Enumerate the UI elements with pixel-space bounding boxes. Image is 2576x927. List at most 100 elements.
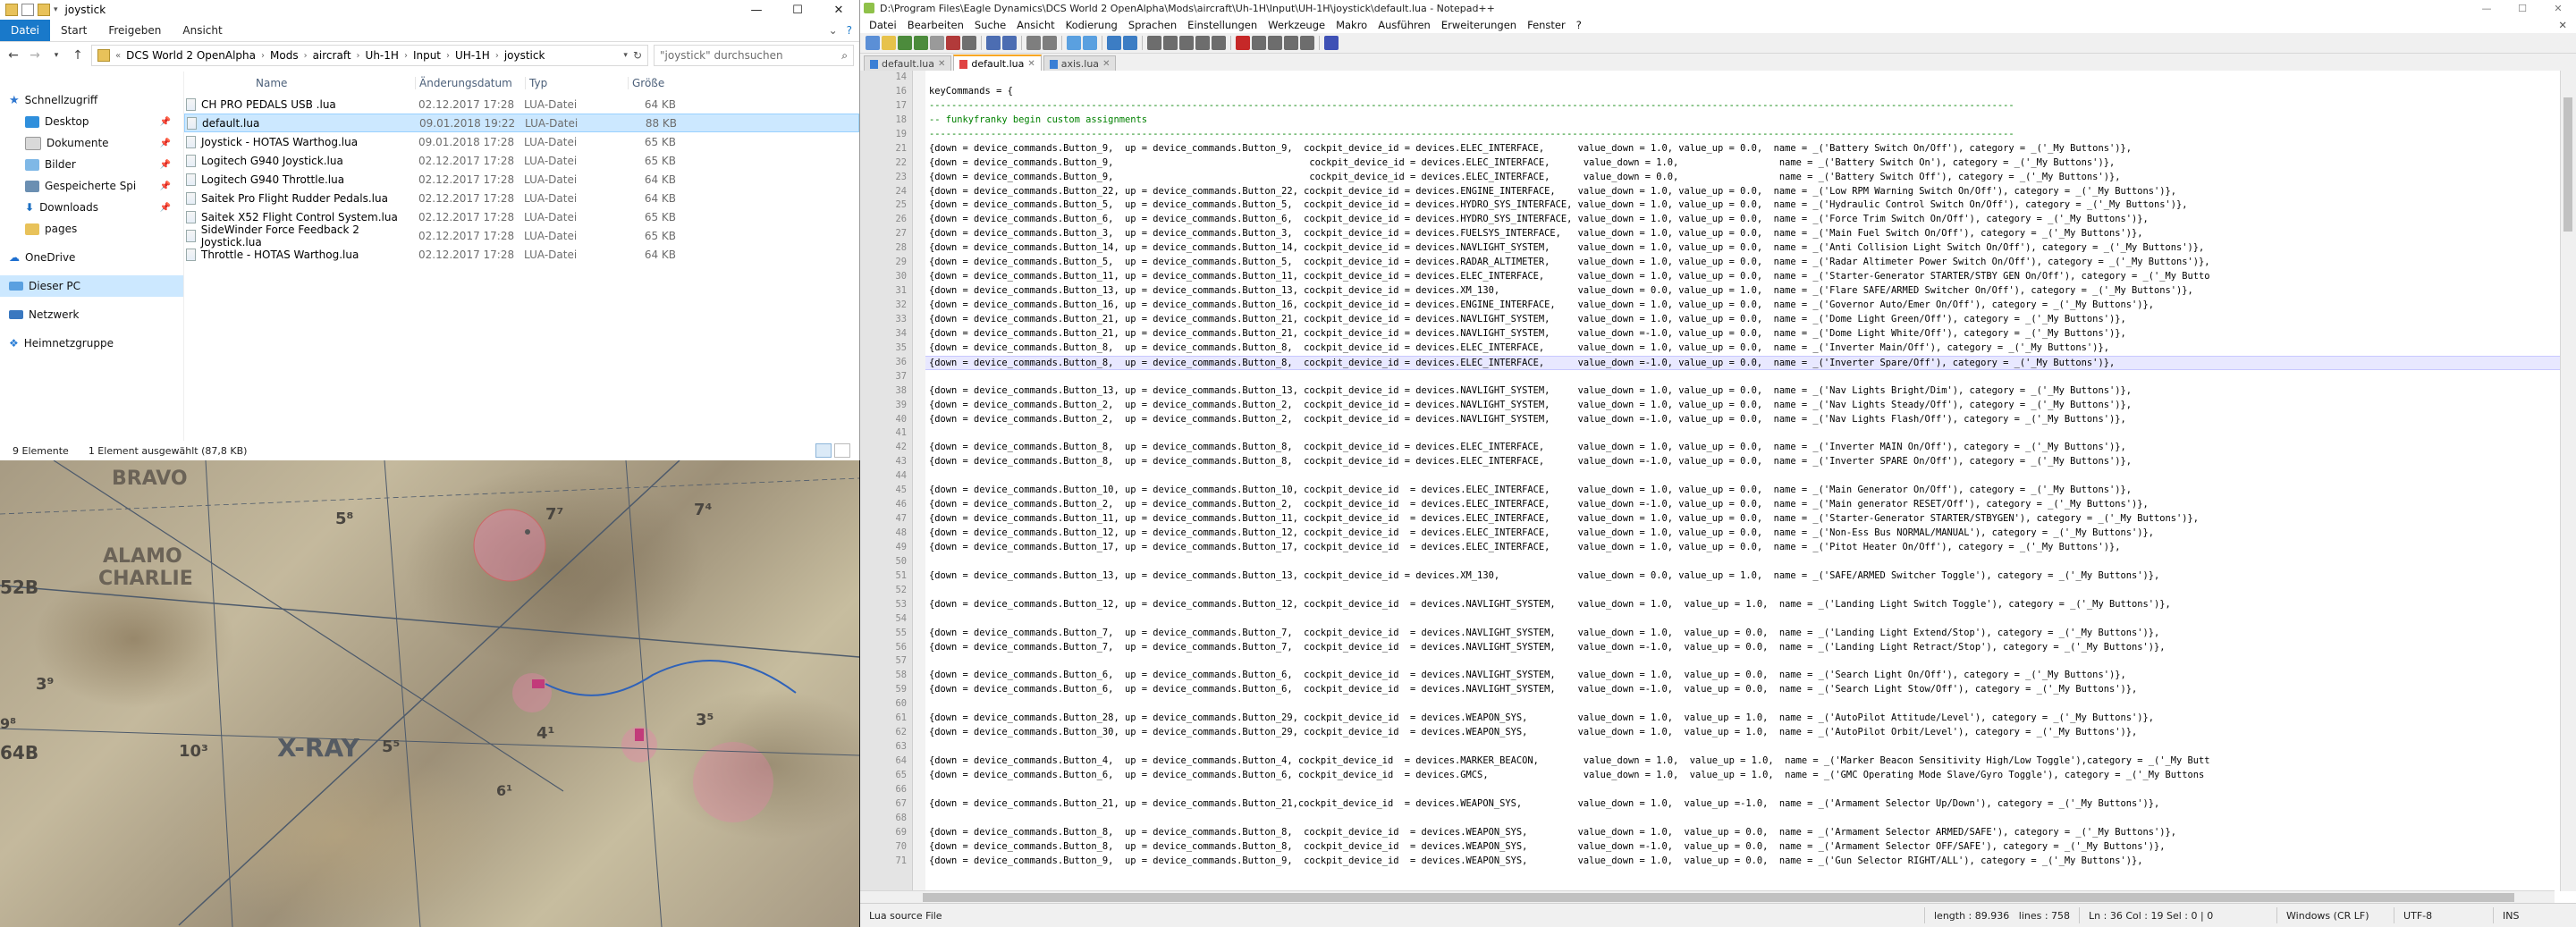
code-line[interactable] — [925, 654, 2576, 669]
code-line[interactable] — [925, 426, 2576, 441]
file-row[interactable]: default.lua 09.01.2018 19:22 LUA-Datei 88 K… — [184, 114, 859, 132]
chevron-down-icon[interactable]: ▾ — [54, 5, 58, 14]
toolbar-button-icon[interactable] — [986, 36, 1001, 50]
tab-ansicht[interactable]: Ansicht — [172, 20, 232, 41]
breadcrumb-item[interactable]: joystick — [504, 49, 545, 62]
tab-document[interactable]: default.lua ✕ — [864, 55, 952, 72]
code-line[interactable] — [925, 584, 2576, 598]
refresh-icon[interactable]: ↻ — [633, 49, 642, 62]
recent-locations-icon[interactable]: ▾ — [48, 51, 64, 60]
code-line[interactable]: {down = device_commands.Button_9, up = d… — [925, 142, 2576, 156]
close-tab-icon[interactable]: ✕ — [1102, 59, 1110, 69]
menu-item[interactable]: Erweiterungen — [1436, 19, 1522, 31]
code-line[interactable]: {down = device_commands.Button_3, up = d… — [925, 227, 2576, 241]
breadcrumb-item[interactable]: UH-1H — [455, 49, 490, 62]
toolbar-button-icon[interactable] — [1252, 36, 1266, 50]
maximize-button[interactable]: ☐ — [777, 0, 818, 20]
code-editor[interactable]: 14 16 17 18 19 21 22 23 24 25 26 27 28 29 30 31 32 33 34 35… — [860, 71, 2576, 904]
new-folder-icon[interactable] — [38, 4, 50, 16]
code-line[interactable]: ----------------------------------------… — [925, 128, 2576, 142]
file-row[interactable]: Logitech G940 Throttle.lua 02.12.2017 17:… — [184, 170, 859, 189]
close-button[interactable]: ✕ — [2540, 3, 2576, 14]
code-line[interactable] — [925, 612, 2576, 627]
code-line[interactable] — [925, 740, 2576, 754]
toolbar-button-icon[interactable] — [1163, 36, 1178, 50]
nav-item-bilder[interactable]: Bilder 📌 — [0, 154, 183, 175]
back-button[interactable]: ← — [5, 48, 21, 63]
toolbar-button-icon[interactable] — [1043, 36, 1057, 50]
toolbar-button-icon[interactable] — [946, 36, 960, 50]
nav-item-saved-games[interactable]: Gespeicherte Spi 📌 — [0, 175, 183, 197]
code-line[interactable]: {down = device_commands.Button_6, up = d… — [925, 669, 2576, 683]
toolbar-button-icon[interactable] — [1268, 36, 1282, 50]
code-line[interactable]: {down = device_commands.Button_4, up = d… — [925, 754, 2576, 769]
code-line[interactable] — [925, 555, 2576, 569]
code-line[interactable] — [925, 697, 2576, 712]
toolbar-button-icon[interactable] — [914, 36, 928, 50]
nav-item-netzwerk[interactable]: Netzwerk — [0, 304, 183, 325]
nav-item-pages[interactable]: pages — [0, 218, 183, 240]
minimize-button[interactable]: — — [736, 0, 777, 20]
file-row[interactable]: CH PRO PEDALS USB .lua 02.12.2017 17:28 LU… — [184, 95, 859, 114]
code-line[interactable]: {down = device_commands.Button_2, up = d… — [925, 498, 2576, 512]
file-row[interactable]: Joystick - HOTAS Warthog.lua 09.01.2018 1… — [184, 132, 859, 151]
toolbar-button-icon[interactable] — [930, 36, 944, 50]
address-dropdown-icon[interactable]: ▾ — [623, 51, 628, 60]
close-tab-icon[interactable]: ✕ — [938, 59, 945, 69]
code-line[interactable]: {down = device_commands.Button_14, up = … — [925, 241, 2576, 256]
properties-icon[interactable] — [21, 4, 34, 16]
menu-item[interactable]: Ansicht — [1011, 19, 1060, 31]
code-line[interactable]: {down = device_commands.Button_2, up = d… — [925, 413, 2576, 427]
nav-item-dokumente[interactable]: Dokumente 📌 — [0, 132, 183, 154]
column-header-type[interactable]: Typ — [525, 77, 628, 89]
code-line[interactable]: {down = device_commands.Button_30, up = … — [925, 726, 2576, 740]
menu-item[interactable]: ? — [1571, 19, 1587, 31]
toolbar-button-icon[interactable] — [1002, 36, 1017, 50]
code-line[interactable]: {down = device_commands.Button_9, cockpi… — [925, 156, 2576, 171]
toolbar-button-icon[interactable] — [1083, 36, 1097, 50]
code-line[interactable]: {down = device_commands.Button_28, up = … — [925, 712, 2576, 726]
fold-margin[interactable] — [913, 71, 925, 904]
nav-item-schnellzugriff[interactable]: ★ Schnellzugriff — [0, 89, 183, 111]
code-line[interactable]: {down = device_commands.Button_8, up = d… — [925, 355, 2576, 370]
menu-item[interactable]: Kodierung — [1060, 19, 1123, 31]
toolbar-button-icon[interactable] — [1147, 36, 1161, 50]
code-line[interactable] — [925, 370, 2576, 384]
code-line[interactable] — [925, 71, 2576, 85]
tab-document[interactable]: default.lua ✕ — [953, 55, 1042, 72]
vertical-scrollbar[interactable] — [2560, 71, 2576, 891]
code-line[interactable]: {down = device_commands.Button_8, up = d… — [925, 455, 2576, 469]
code-line[interactable]: {down = device_commands.Button_12, up = … — [925, 527, 2576, 541]
menu-item[interactable]: Fenster — [1522, 19, 1571, 31]
code-line[interactable]: {down = device_commands.Button_2, up = d… — [925, 399, 2576, 413]
code-line[interactable]: {down = device_commands.Button_13, up = … — [925, 569, 2576, 584]
up-button[interactable]: ↑ — [70, 48, 86, 63]
menu-item[interactable]: Suche — [969, 19, 1011, 31]
tab-document[interactable]: axis.lua ✕ — [1043, 55, 1117, 72]
code-line[interactable]: {down = device_commands.Button_21, up = … — [925, 797, 2576, 812]
tab-freigeben[interactable]: Freigeben — [97, 20, 172, 41]
tab-datei[interactable]: Datei — [0, 20, 51, 41]
code-line[interactable] — [925, 812, 2576, 826]
toolbar-button-icon[interactable] — [1212, 36, 1226, 50]
toolbar-button-icon[interactable] — [1300, 36, 1314, 50]
code-line[interactable]: keyCommands = { — [925, 85, 2576, 99]
toolbar-button-icon[interactable] — [1236, 36, 1250, 50]
code-line[interactable]: ----------------------------------------… — [925, 99, 2576, 114]
expand-ribbon-button[interactable]: ⌄ ? — [822, 20, 859, 41]
nav-item-desktop[interactable]: Desktop 📌 — [0, 111, 183, 132]
code-line[interactable]: {down = device_commands.Button_8, up = d… — [925, 826, 2576, 840]
tab-start[interactable]: Start — [50, 20, 97, 41]
code-line[interactable]: -- funkyfranky begin custom assignments — [925, 114, 2576, 128]
code-line[interactable]: {down = device_commands.Button_17, up = … — [925, 541, 2576, 555]
toolbar-button-icon[interactable] — [962, 36, 976, 50]
file-row[interactable]: Throttle - HOTAS Warthog.lua 02.12.2017 1… — [184, 245, 859, 264]
code-line[interactable]: {down = device_commands.Button_22, up = … — [925, 185, 2576, 199]
close-button[interactable]: ✕ — [818, 0, 859, 20]
breadcrumb-item[interactable]: Input — [413, 49, 441, 62]
code-line[interactable]: {down = device_commands.Button_10, up = … — [925, 484, 2576, 498]
column-header-name[interactable]: Name — [184, 77, 415, 89]
menu-item[interactable]: Werkzeuge — [1263, 19, 1330, 31]
close-tab-icon[interactable]: ✕ — [1027, 59, 1035, 69]
toolbar-button-icon[interactable] — [1107, 36, 1121, 50]
